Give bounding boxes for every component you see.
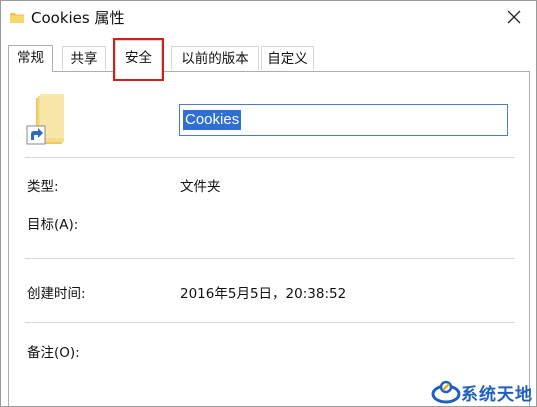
watermark-logo-icon: [431, 380, 461, 404]
tab-label: 自定义: [267, 51, 308, 67]
divider: [25, 258, 515, 259]
type-label: 类型:: [27, 179, 59, 195]
folder-icon: [10, 13, 24, 23]
tab-label: 安全: [125, 50, 152, 66]
created-label: 创建时间:: [27, 286, 86, 302]
properties-dialog: Cookies 属性 常规 共享 安全 以前的版本 自定义 Cookies 类型…: [0, 0, 537, 407]
title-bar: Cookies 属性: [1, 1, 536, 35]
target-label: 目标(A):: [27, 217, 79, 233]
type-value: 文件夹: [180, 179, 221, 195]
tab-sharing[interactable]: 共享: [62, 46, 106, 70]
general-tab-panel: Cookies 类型: 文件夹 目标(A): 创建时间: 2016年5月5日，2…: [8, 71, 530, 406]
tab-strip: 常规 共享 安全 以前的版本 自定义: [8, 38, 528, 81]
folder-shortcut-icon: [26, 94, 64, 145]
close-button[interactable]: [492, 1, 536, 33]
name-field-selected-text: Cookies: [183, 110, 242, 130]
close-icon: [507, 10, 521, 24]
site-watermark: 系统天地: [429, 377, 536, 406]
tab-label: 共享: [70, 51, 98, 67]
name-field[interactable]: Cookies: [179, 104, 508, 136]
tab-general[interactable]: 常规: [8, 45, 53, 72]
tab-label: 常规: [17, 50, 44, 66]
divider: [25, 157, 515, 158]
window-title: Cookies 属性: [31, 9, 125, 27]
tab-previous-versions[interactable]: 以前的版本: [171, 46, 259, 70]
tab-security[interactable]: 安全: [113, 38, 164, 81]
tab-label: 以前的版本: [181, 51, 249, 67]
comment-label: 备注(O):: [27, 345, 80, 361]
watermark-text: 系统天地: [461, 385, 533, 405]
tab-customize[interactable]: 自定义: [261, 46, 314, 70]
divider: [25, 322, 515, 323]
created-value: 2016年5月5日，20:38:52: [180, 286, 347, 302]
